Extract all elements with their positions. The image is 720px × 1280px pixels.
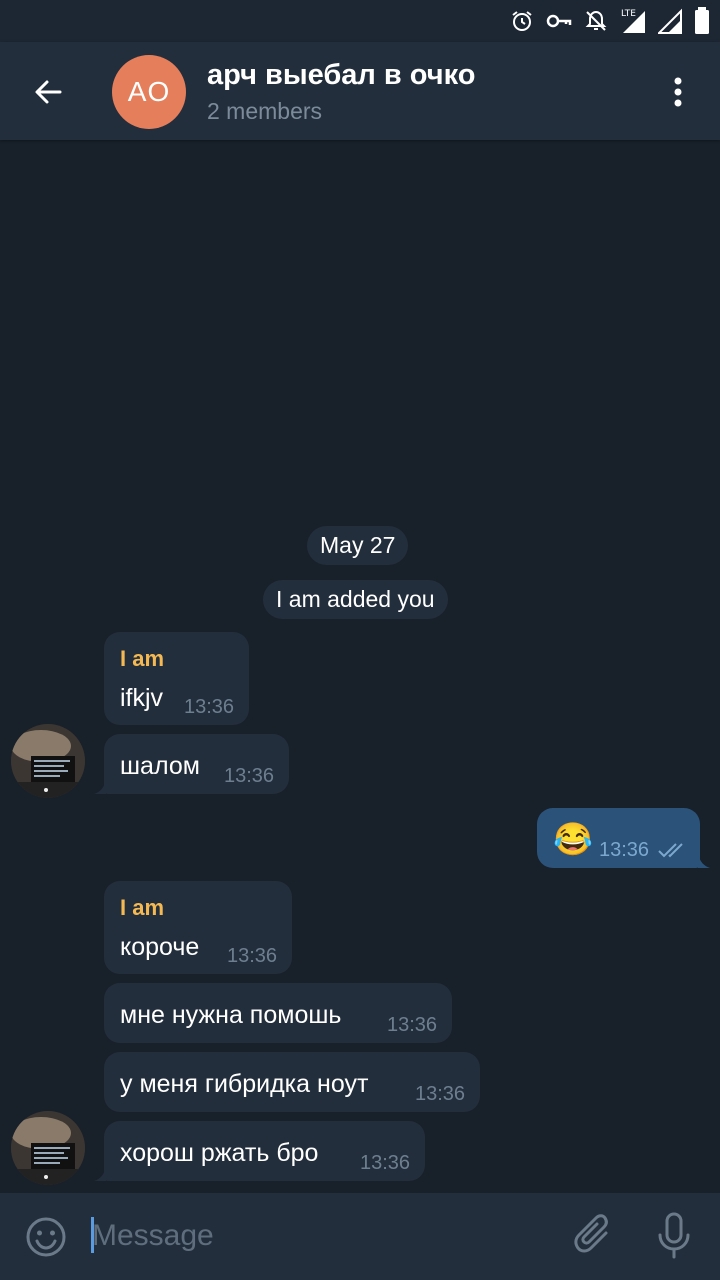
sender-name[interactable]: I am xyxy=(120,895,164,921)
message-text: хорош ржать бро xyxy=(120,1139,319,1167)
message-time: 13:36 xyxy=(387,1014,438,1036)
date-separator: May 27 xyxy=(307,526,409,565)
battery-icon xyxy=(695,7,709,34)
chat-title[interactable]: арч выебал в очко xyxy=(207,59,475,92)
back-button[interactable] xyxy=(24,68,72,116)
message-bubble[interactable]: I am ifkjv 13:36 xyxy=(104,632,249,725)
emoji-icon xyxy=(26,1217,66,1257)
message-bubble[interactable]: I am короче 13:36 xyxy=(104,881,292,974)
attach-button[interactable] xyxy=(572,1213,616,1259)
member-avatar[interactable] xyxy=(11,1111,85,1185)
paperclip-icon xyxy=(574,1214,608,1253)
message-emoji: 😂 xyxy=(553,821,593,857)
message-bubble[interactable]: шалом 13:36 xyxy=(94,734,289,794)
bubble-tail xyxy=(94,1167,106,1181)
emoji-button[interactable] xyxy=(24,1215,68,1259)
message-bubble[interactable]: хорош ржать бро 13:36 xyxy=(94,1121,425,1181)
message-time: 13:36 xyxy=(224,765,275,787)
microphone-icon xyxy=(658,1212,690,1259)
message-text: короче xyxy=(120,933,200,961)
message-bubble[interactable]: мне нужна помошь 13:36 xyxy=(104,983,452,1043)
signal-icon xyxy=(658,8,682,34)
service-message: I am added you xyxy=(263,580,448,619)
message-text: шалом xyxy=(120,752,200,780)
more-options-button[interactable] xyxy=(660,70,696,114)
message-time: 13:36 xyxy=(184,696,235,718)
service-message-text: I am added you xyxy=(276,586,435,612)
lte-label: LTE xyxy=(621,9,636,19)
alarm-icon xyxy=(512,11,532,31)
chat-subtitle: 2 members xyxy=(207,98,323,124)
voice-message-button[interactable] xyxy=(654,1211,694,1261)
group-avatar[interactable]: AO xyxy=(112,55,186,129)
more-vert-icon xyxy=(674,77,682,107)
message-input-bar xyxy=(0,1193,720,1280)
outgoing-message-bubble[interactable]: 😂 13:36 xyxy=(537,808,710,868)
message-input[interactable] xyxy=(92,1213,552,1259)
bubble-tail xyxy=(698,854,710,868)
double-check-icon xyxy=(658,843,683,858)
telegram-chat-screen: LTE AO арч выебал в очко 2 members May 2… xyxy=(0,0,720,1280)
chat-header: AO арч выебал в очко 2 members xyxy=(0,42,720,140)
vpn-key-icon xyxy=(546,14,572,28)
message-time: 13:36 xyxy=(415,1083,466,1105)
message-text: мне нужна помошь xyxy=(120,1001,342,1029)
arrow-back-icon xyxy=(35,80,62,104)
message-text: у меня гибридка ноут xyxy=(120,1070,369,1098)
notifications-off-icon xyxy=(585,10,607,31)
message-text: ifkjv xyxy=(120,684,164,712)
date-label: May 27 xyxy=(320,532,396,558)
status-bar: LTE xyxy=(0,0,720,42)
message-time: 13:36 xyxy=(227,945,278,967)
sender-name[interactable]: I am xyxy=(120,646,164,672)
bubble-tail xyxy=(94,780,106,794)
message-time: 13:36 xyxy=(360,1152,411,1174)
status-icons: LTE xyxy=(510,6,710,36)
message-time: 13:36 xyxy=(599,839,650,861)
message-bubble[interactable]: у меня гибридка ноут 13:36 xyxy=(104,1052,480,1112)
member-avatar[interactable] xyxy=(11,724,85,798)
signal-lte-icon: LTE xyxy=(620,8,646,34)
